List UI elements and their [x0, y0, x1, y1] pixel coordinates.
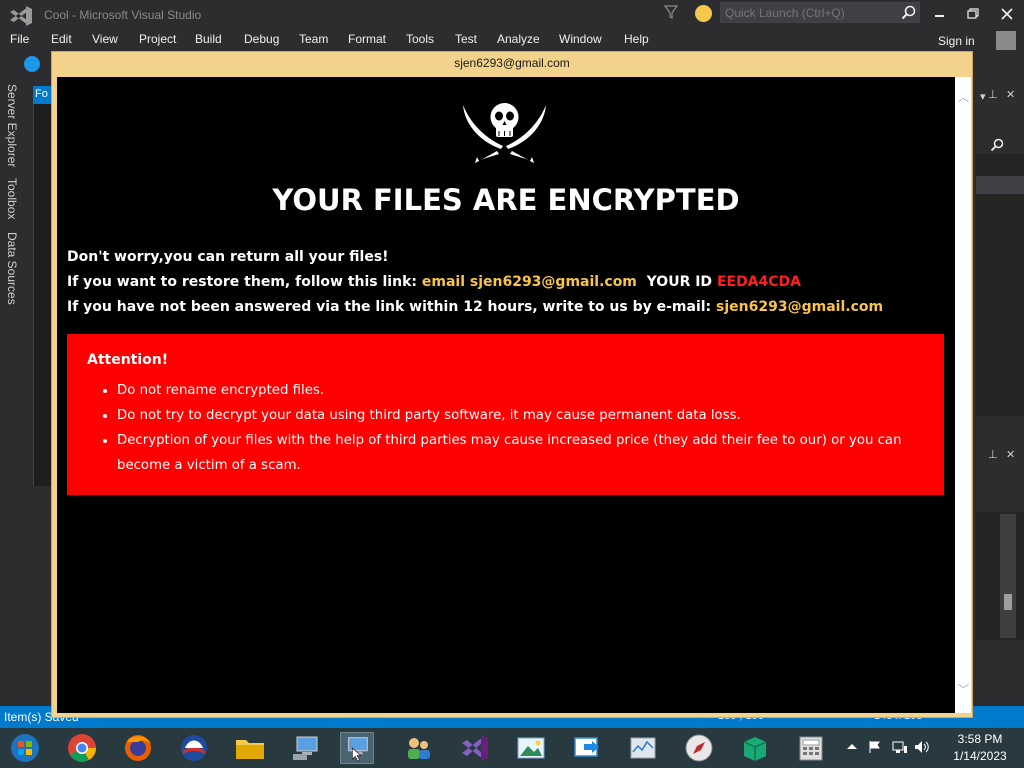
attention-title: Attention!	[87, 352, 169, 368]
selected-tree-item[interactable]	[976, 176, 1024, 194]
start-orb-icon[interactable]	[8, 732, 42, 764]
ransom-note-content: YOUR FILES ARE ENCRYPTED Don't worry,you…	[57, 77, 955, 713]
ransom-window-title: sjen6293@gmail.com	[454, 56, 570, 70]
quick-launch-input[interactable]	[721, 3, 899, 22]
file-explorer-icon[interactable]	[233, 732, 267, 764]
properties-scrollbar[interactable]	[1000, 514, 1016, 638]
account-icon[interactable]	[996, 31, 1016, 51]
editor-area[interactable]	[33, 104, 53, 486]
firefox-icon[interactable]	[121, 732, 155, 764]
menu-bar: File Edit View Project Build Debug Team …	[0, 30, 1024, 51]
remote-app-icon[interactable]	[570, 732, 604, 764]
search-icon[interactable]	[990, 138, 1004, 152]
menu-view[interactable]: View	[92, 32, 118, 46]
ransom-line-1: Don't worry,you can return all your file…	[67, 249, 389, 265]
restore-icon[interactable]	[960, 4, 986, 24]
action-center-flag-icon[interactable]	[868, 740, 882, 754]
victim-id-label: YOUR ID	[646, 274, 713, 290]
contact-email-link[interactable]: email sjen6293@gmail.com	[422, 274, 637, 290]
users-icon[interactable]	[401, 732, 435, 764]
taskbar: 3:58 PM 1/14/2023	[0, 728, 1024, 768]
menu-test[interactable]: Test	[455, 32, 477, 46]
pane-dropdown-icon[interactable]: ▾	[980, 90, 986, 103]
network-icon[interactable]	[892, 740, 908, 754]
menu-format[interactable]: Format	[348, 32, 386, 46]
menu-tools[interactable]: Tools	[406, 32, 434, 46]
network-computer-icon[interactable]	[289, 732, 323, 764]
menu-window[interactable]: Window	[559, 32, 602, 46]
skull-crossed-swords-icon	[463, 103, 546, 163]
visual-studio-logo-icon	[10, 6, 32, 26]
menu-debug[interactable]: Debug	[244, 32, 279, 46]
close-icon[interactable]	[994, 4, 1020, 24]
ransom-note-window: sjen6293@gmail.com YOUR FILES ARE ENCRYP…	[51, 51, 973, 718]
menu-project[interactable]: Project	[139, 32, 176, 46]
ransom-line-2: If you want to restore them, follow this…	[67, 274, 801, 290]
menu-file[interactable]: File	[10, 32, 29, 46]
scroll-thumb[interactable]	[1004, 594, 1012, 610]
package-icon[interactable]	[738, 732, 772, 764]
scroll-down-icon[interactable]: ﹀	[958, 681, 969, 697]
visual-studio-icon[interactable]	[458, 732, 492, 764]
list-item: Decryption of your files with the help o…	[117, 428, 943, 478]
feedback-smiley-icon[interactable]	[695, 5, 712, 22]
show-hidden-icons-icon[interactable]	[846, 741, 858, 751]
backup-email-link[interactable]: sjen6293@gmail.com	[716, 299, 883, 315]
pane-close-icon[interactable]: ✕	[1006, 448, 1015, 461]
obama-logo-icon[interactable]	[177, 732, 211, 764]
ransom-scrollbar[interactable]: ︿ ﹀	[955, 77, 971, 713]
menu-team[interactable]: Team	[299, 32, 328, 46]
victim-id-value: EEDA4CDA	[716, 274, 801, 290]
tab-toolbox[interactable]: Toolbox	[5, 178, 19, 219]
calculator-icon[interactable]	[794, 732, 828, 764]
pane-pin-icon[interactable]: ⊥	[988, 88, 998, 101]
compass-icon[interactable]	[682, 732, 716, 764]
minimize-icon[interactable]	[926, 4, 952, 24]
volume-icon[interactable]	[914, 740, 930, 754]
chrome-icon[interactable]	[65, 732, 99, 764]
quick-launch-box[interactable]	[720, 2, 920, 23]
performance-monitor-icon[interactable]	[626, 732, 660, 764]
restore-instruction: If you want to restore them, follow this…	[67, 274, 422, 290]
menu-edit[interactable]: Edit	[51, 32, 72, 46]
scroll-up-icon[interactable]: ︿	[958, 89, 969, 105]
search-icon[interactable]	[901, 5, 916, 20]
notification-filter-icon[interactable]	[664, 4, 678, 20]
attention-box: Attention! Do not rename encrypted files…	[67, 334, 944, 495]
vs-title-bar: Cool - Microsoft Visual Studio	[0, 0, 1024, 30]
backup-contact-instruction: If you have not been answered via the li…	[67, 299, 717, 315]
ransom-line-3: If you have not been answered via the li…	[67, 299, 883, 315]
tab-server-explorer[interactable]: Server Explorer	[5, 84, 19, 167]
pane-pin-icon[interactable]: ⊥	[988, 448, 998, 461]
navigate-back-icon[interactable]	[24, 56, 40, 72]
menu-analyze[interactable]: Analyze	[497, 32, 540, 46]
clock-date[interactable]: 1/14/2023	[940, 749, 1020, 763]
tab-data-sources[interactable]: Data Sources	[5, 232, 19, 305]
network-computer-active-icon[interactable]	[340, 732, 374, 764]
attention-list: Do not rename encrypted files. Do not tr…	[101, 378, 943, 478]
pane-close-icon[interactable]: ✕	[1006, 88, 1015, 101]
editor-tab-label: Fo	[35, 88, 48, 100]
image-viewer-icon[interactable]	[514, 732, 548, 764]
sign-in-link[interactable]: Sign in	[938, 34, 975, 48]
list-item: Do not try to decrypt your data using th…	[117, 403, 943, 428]
side-tool-tabs: Server Explorer Toolbox Data Sources	[0, 78, 26, 706]
clock-time[interactable]: 3:58 PM	[940, 732, 1020, 746]
menu-help[interactable]: Help	[624, 32, 649, 46]
list-item: Do not rename encrypted files.	[117, 378, 943, 403]
ransom-heading: YOUR FILES ARE ENCRYPTED	[272, 183, 740, 217]
window-title: Cool - Microsoft Visual Studio	[44, 8, 202, 22]
menu-build[interactable]: Build	[195, 32, 222, 46]
